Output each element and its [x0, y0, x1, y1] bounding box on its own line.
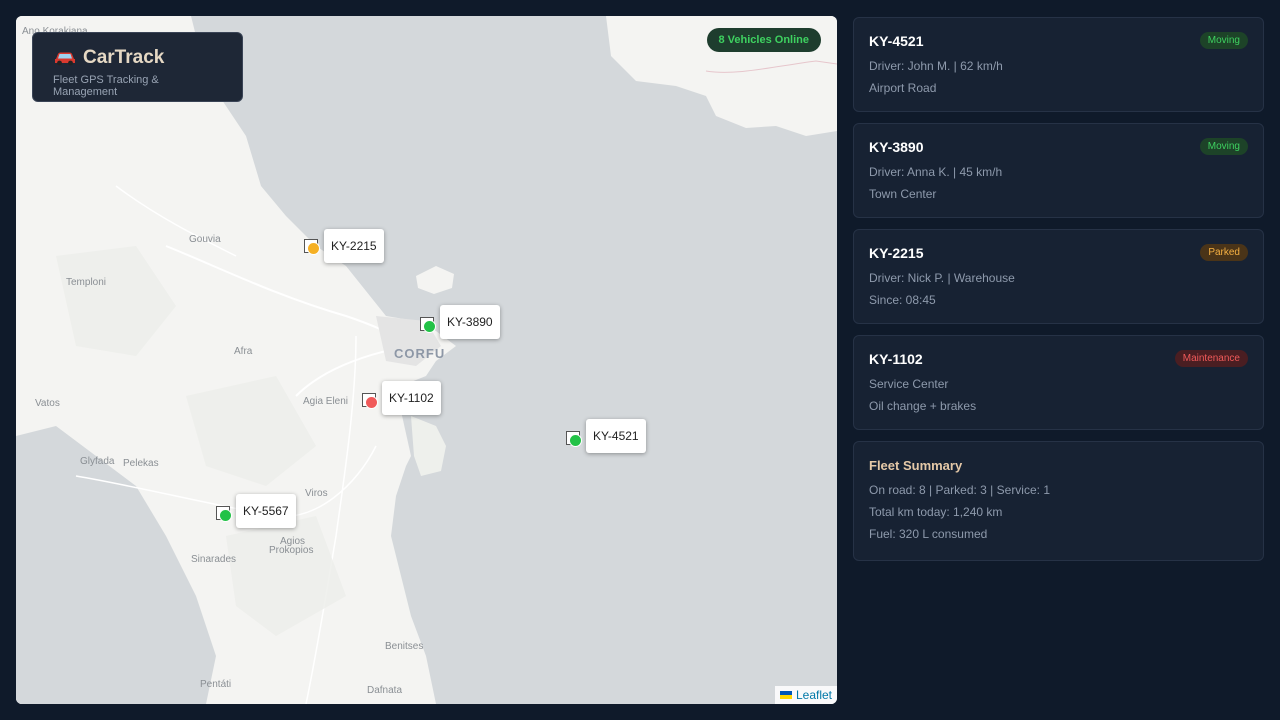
place-label: Agia Eleni: [303, 396, 349, 407]
summary-title: Fleet Summary: [869, 458, 963, 473]
app-subtitle: Fleet GPS Tracking & Management: [53, 74, 159, 98]
vehicle-id: KY-3890: [869, 138, 924, 155]
place-label: Benitses: [385, 641, 424, 652]
place-label: Afra: [234, 346, 253, 357]
status-badge: Moving: [1199, 32, 1248, 49]
vehicle-detail: Service Center: [869, 377, 949, 391]
brand-panel: CarTrack Fleet GPS Tracking & Management: [32, 32, 243, 102]
status-dot: [219, 509, 232, 522]
map-attribution[interactable]: Leaflet: [774, 686, 837, 704]
place-label: Pentáti: [200, 679, 232, 690]
vehicle-id: KY-4521: [869, 32, 924, 49]
vehicle-marker[interactable]: [216, 506, 232, 522]
status-dot: [365, 396, 378, 409]
vehicle-location: Town Center: [869, 187, 937, 201]
place-label: Glyfada: [80, 456, 115, 467]
vehicle-location: Since: 08:45: [869, 293, 936, 307]
vehicle-sidebar: KY-4521 Moving Driver: John M. | 62 km/h…: [853, 17, 1264, 572]
vehicle-location: Airport Road: [869, 81, 937, 95]
vehicle-card[interactable]: KY-2215 Parked Driver: Nick P. | Warehou…: [853, 229, 1264, 324]
vehicle-id: KY-2215: [869, 244, 924, 261]
vehicle-detail: Driver: Anna K. | 45 km/h: [869, 165, 1003, 179]
status-dot: [423, 320, 436, 333]
vehicle-card[interactable]: KY-1102 Maintenance Service Center Oil c…: [853, 335, 1264, 430]
vehicle-detail: Driver: John M. | 62 km/h: [869, 59, 1003, 73]
place-label: Pelekas: [123, 458, 159, 469]
fleet-map[interactable]: Ano Korakiana Gouvia Temploni Afra CORFU…: [16, 16, 837, 704]
place-label: Vatos: [35, 398, 60, 409]
vehicle-marker[interactable]: [420, 317, 436, 333]
place-label: Gouvia: [189, 234, 221, 245]
place-label: Dafnata: [367, 685, 403, 696]
vehicle-card[interactable]: KY-3890 Moving Driver: Anna K. | 45 km/h…: [853, 123, 1264, 218]
place-label: Prokopios: [269, 545, 314, 556]
vehicle-marker[interactable]: [566, 431, 582, 447]
place-label: Viros: [305, 488, 328, 499]
vehicle-marker-label[interactable]: KY-3890: [440, 305, 500, 339]
status-badge: Moving: [1199, 138, 1248, 155]
status-dot: [307, 242, 320, 255]
car-icon: [53, 50, 77, 66]
app-title: CarTrack: [83, 47, 165, 68]
status-badge: Parked: [1200, 244, 1248, 261]
attribution-link[interactable]: Leaflet: [796, 688, 832, 702]
summary-km: Total km today: 1,240 km: [869, 505, 1003, 519]
online-count-badge: 8 Vehicles Online: [706, 28, 821, 52]
vehicle-card[interactable]: KY-4521 Moving Driver: John M. | 62 km/h…: [853, 17, 1264, 112]
place-label: Sinarades: [191, 554, 237, 565]
vehicle-marker[interactable]: [362, 393, 378, 409]
vehicle-marker-label[interactable]: KY-4521: [586, 419, 646, 453]
ukraine-flag-icon: [779, 691, 792, 699]
vehicle-marker-label[interactable]: KY-2215: [324, 229, 384, 263]
vehicle-detail: Driver: Nick P. | Warehouse: [869, 271, 1015, 285]
fleet-summary-card: Fleet Summary On road: 8 | Parked: 3 | S…: [853, 441, 1264, 561]
place-label: Temploni: [66, 277, 107, 288]
vehicle-id: KY-1102: [869, 350, 923, 367]
vehicle-location: Oil change + brakes: [869, 399, 977, 413]
summary-counts: On road: 8 | Parked: 3 | Service: 1: [869, 483, 1050, 497]
summary-fuel: Fuel: 320 L consumed: [869, 527, 988, 541]
status-dot: [569, 434, 582, 447]
vehicle-marker-label[interactable]: KY-5567: [236, 494, 296, 528]
place-label-city: CORFU: [394, 346, 446, 361]
vehicle-marker[interactable]: [304, 239, 320, 255]
status-badge: Maintenance: [1174, 350, 1248, 367]
vehicle-marker-label[interactable]: KY-1102: [382, 381, 441, 415]
